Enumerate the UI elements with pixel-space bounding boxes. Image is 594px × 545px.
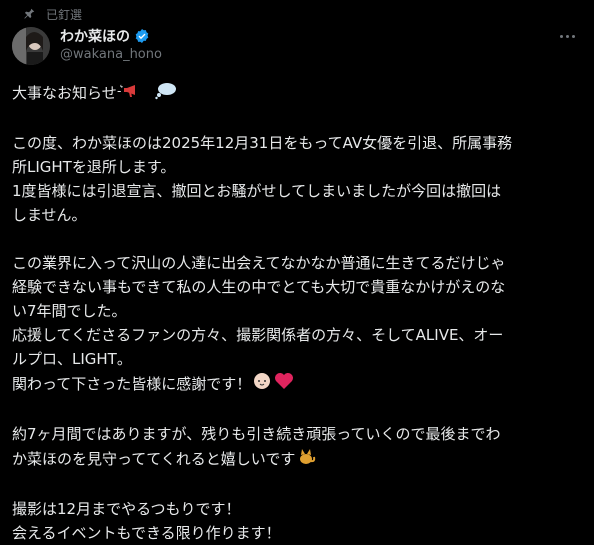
more-options-icon[interactable] <box>554 26 580 46</box>
tweet-line: い7年間でした。 <box>12 302 127 320</box>
tweet-line: しません。 <box>12 206 87 224</box>
tweet-line: ルプロ、LIGHT。 <box>12 350 132 368</box>
svg-text:-͛: -͛ <box>117 84 123 99</box>
heart-emoji <box>273 371 295 398</box>
tweet-line: 大事なお知らせ -͛ <box>12 80 582 107</box>
tweet-line: 応援してくださるファンの方々、撮影関係者の方々、そしてALIVE、オー <box>12 326 504 344</box>
pin-icon <box>20 5 38 23</box>
tweet-line: 所LIGHTを退所します。 <box>12 158 176 176</box>
verified-badge-icon <box>134 28 150 44</box>
tweet-line: 1度皆様には引退宣言、撤回とお騒がせしてしまいましたが今回は撤回は <box>12 182 502 200</box>
avatar[interactable] <box>12 27 50 65</box>
baby-emoji <box>251 371 273 398</box>
author-name-row[interactable]: わか菜ほの <box>60 26 150 46</box>
cat-emoji <box>295 446 317 473</box>
tweet-line: 経験できない事もできて私の人生の中でとても大切で貴重なかけがえのな <box>12 278 506 296</box>
author-name[interactable]: わか菜ほの <box>60 26 130 46</box>
tweet-text: 大事なお知らせ -͛ この度、わか菜ほのは2025年12月31日をもってAV女優を… <box>12 80 582 545</box>
tweet-line: 撮影は12月までやるつもりです！ <box>12 500 241 518</box>
tweet-line: 会えるイベントもできる限り作ります！ <box>12 524 281 542</box>
speech-bubble-emoji <box>155 80 177 107</box>
author-handle[interactable]: @wakana_hono <box>60 47 162 62</box>
megaphone-emoji: -͛ <box>117 80 155 107</box>
tweet-line: この度、わか菜ほのは2025年12月31日をもってAV女優を引退、所属事務 <box>12 134 513 152</box>
pinned-label: 已釘選 <box>46 7 83 22</box>
pinned-indicator: 已釘選 <box>20 5 82 23</box>
tweet-line: この業界に入って沢山の人達に出会えてなかなか普通に生きてるだけじゃ <box>12 254 506 272</box>
tweet-line: 約7ヶ月間ではありますが、残りも引き続き頑張っていくので最後までわ <box>12 425 501 443</box>
tweet-line: 関わって下さった皆様に感謝です！ <box>12 371 582 398</box>
tweet-line: か菜ほのを見守っててくれると嬉しいです <box>12 446 582 473</box>
